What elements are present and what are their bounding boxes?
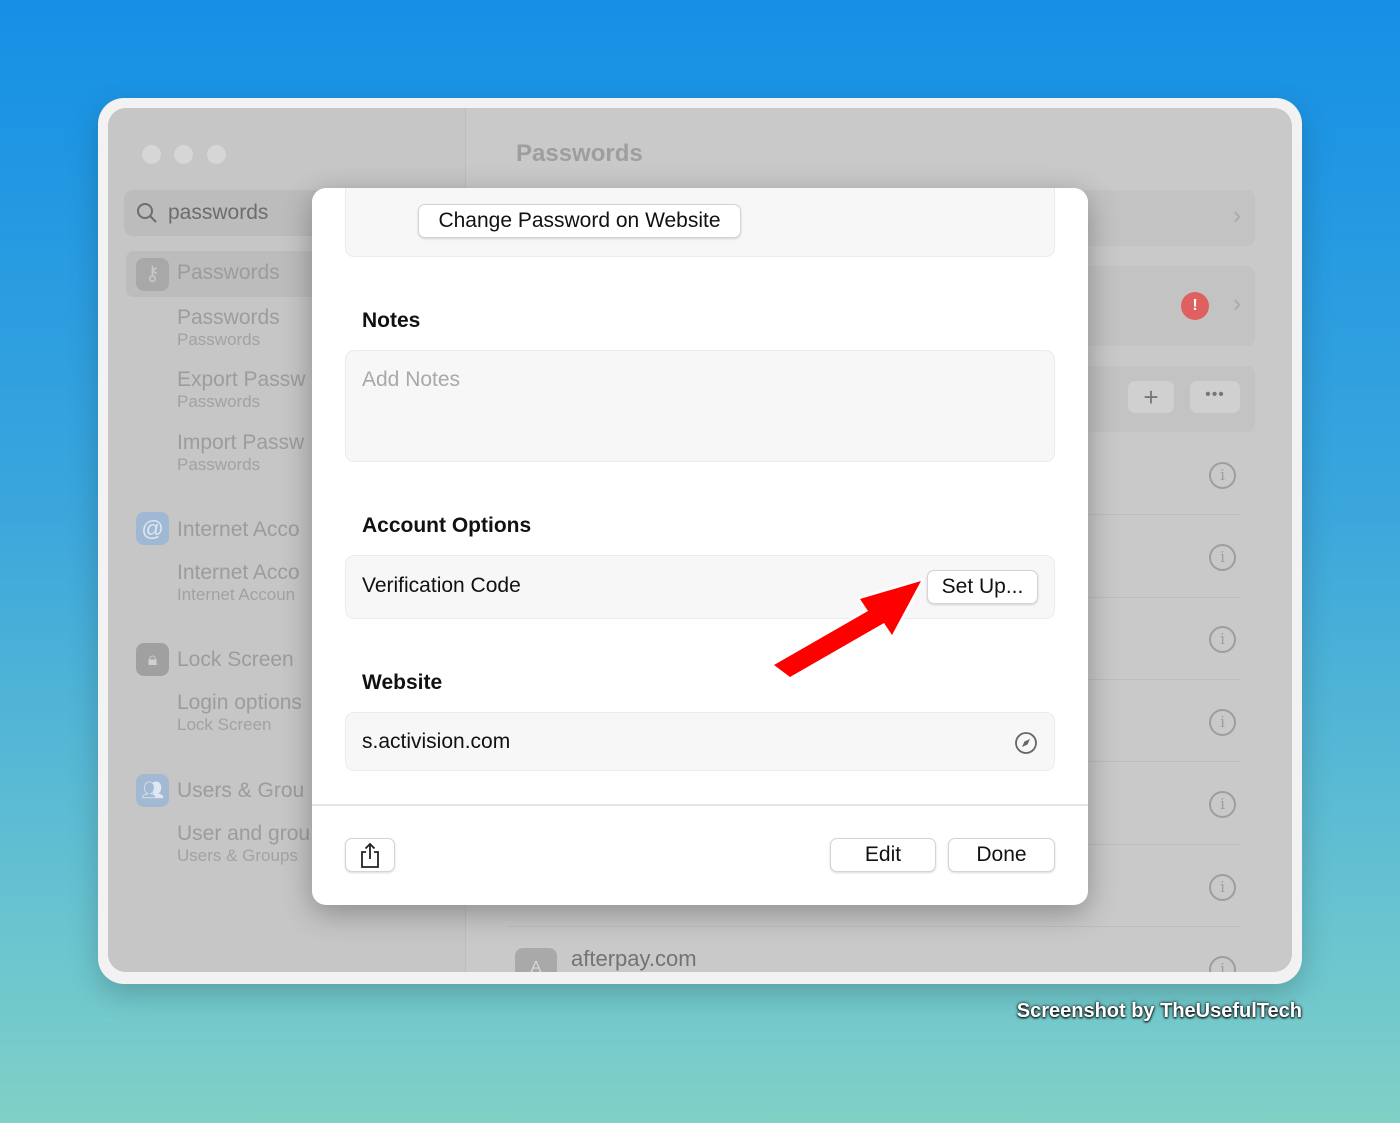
divider [312,804,1088,806]
result-subtitle: Passwords [177,330,261,349]
result-subtitle: Lock Screen [177,715,272,734]
website-favicon: A [515,948,557,972]
compass-icon[interactable] [1014,731,1038,755]
search-value: passwords [168,201,269,224]
result-title: Export Passw [177,368,306,391]
key-icon: ⚷ [136,258,169,291]
sidebar-item-lock-screen[interactable]: Lock Screen [177,648,294,672]
result-title: User and grou [177,822,311,845]
search-result-import-passwords[interactable]: Import Passw Passwords [177,431,304,475]
more-options-button[interactable]: ••• [1190,381,1240,413]
info-icon[interactable]: i [1209,956,1236,972]
info-icon[interactable]: i [1209,791,1236,818]
result-subtitle: Passwords [177,392,261,411]
info-icon[interactable]: i [1209,709,1236,736]
search-result-internet-accounts[interactable]: Internet Acco Internet Accoun [177,561,300,605]
search-result-user-groups[interactable]: User and grou Users & Groups [177,822,310,866]
account-options-heading: Account Options [362,514,532,537]
list-item-afterpay[interactable]: afterpay.com [571,946,697,972]
notes-heading: Notes [362,309,421,332]
minimize-window-button[interactable] [174,145,193,164]
result-title: Internet Acco [177,561,300,584]
red-arrow-annotation [771,578,924,680]
close-window-button[interactable] [142,145,161,164]
result-title: Login options [177,691,302,714]
search-icon [137,203,157,223]
search-result-login-options[interactable]: Login options Lock Screen [177,691,302,735]
done-button[interactable]: Done [948,838,1055,872]
screenshot-credit: Screenshot by TheUsefulTech [1016,1000,1302,1022]
sidebar-item-users-groups[interactable]: Users & Grou [177,779,304,803]
search-result-export-passwords[interactable]: Export Passw Passwords [177,368,305,412]
result-subtitle: Passwords [177,455,261,474]
info-icon[interactable]: i [1209,544,1236,571]
share-button[interactable] [345,838,395,872]
chevron-right-icon: › [1233,202,1241,229]
chevron-right-icon: › [1233,290,1241,317]
info-icon[interactable]: i [1209,874,1236,901]
website-field[interactable]: s.activision.com [345,712,1055,771]
share-icon [361,842,379,868]
result-title: Import Passw [177,431,305,454]
verification-code-label: Verification Code [362,574,521,597]
result-subtitle: Users & Groups [177,846,298,865]
warning-icon: ! [1181,292,1209,320]
change-password-button[interactable]: Change Password on Website [418,204,741,238]
change-password-section: Change Password on Website [345,188,1055,257]
sidebar-item-label: Passwords [177,261,280,284]
website-value: s.activision.com [362,730,511,753]
website-heading: Website [362,671,443,694]
at-icon: @ [136,512,169,545]
info-icon[interactable]: i [1209,462,1236,489]
set-up-button[interactable]: Set Up... [927,570,1038,604]
edit-button[interactable]: Edit [830,838,936,872]
search-result-passwords[interactable]: Passwords Passwords [177,306,280,350]
zoom-window-button[interactable] [207,145,226,164]
users-icon: 👥︎ [136,774,169,807]
result-subtitle: Internet Accoun [177,585,296,604]
sidebar-item-internet-accounts[interactable]: Internet Acco [177,518,300,542]
verification-code-row: Verification Code Set Up... [345,555,1055,619]
lock-icon: 🔒︎ [136,643,169,676]
result-title: Passwords [177,306,280,329]
add-password-button[interactable]: + [1128,381,1174,413]
notes-placeholder: Add Notes [362,368,461,391]
page-title: Passwords [516,140,643,167]
password-details-sheet: Change Password on Website Notes Add Not… [312,188,1088,905]
notes-field[interactable]: Add Notes [345,350,1055,462]
info-icon[interactable]: i [1209,626,1236,653]
